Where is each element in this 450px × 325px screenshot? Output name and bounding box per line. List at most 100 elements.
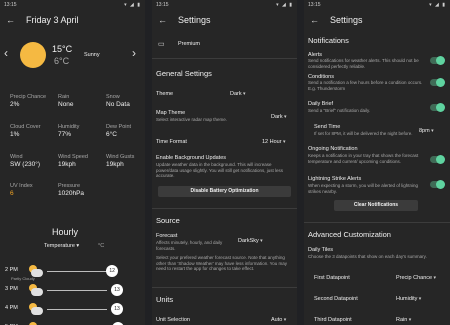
source-heading: Source: [156, 216, 180, 225]
ongoing-toggle[interactable]: [430, 155, 445, 164]
top-bar: ← Settings: [152, 10, 297, 30]
stat-label: Rain: [58, 94, 70, 100]
forecast-desc: Affects minutely, hourly, and daily fore…: [156, 240, 223, 251]
hourly-select[interactable]: Temperature ▾: [44, 243, 79, 249]
status-bar: 13:15 ▾ ◢ ▮: [0, 0, 145, 10]
partly-cloudy-cloud-icon: [31, 307, 43, 315]
third-datapoint-label: Third Datapoint: [314, 317, 352, 323]
first-datapoint-label: First Datapoint: [314, 275, 350, 281]
send-time-label: Send Time: [314, 124, 341, 130]
stat-label: Snow: [106, 94, 120, 100]
hourly-title: Hourly: [52, 227, 79, 237]
stat-value: 77%: [58, 131, 72, 138]
top-bar: ← Settings: [304, 10, 450, 30]
next-day-chevron-icon[interactable]: ›: [132, 46, 136, 60]
toggle-knob: [436, 56, 445, 65]
chevron-down-icon: ▾: [76, 243, 80, 249]
status-time: 13:15: [156, 2, 169, 8]
bg-updates-label: Enable Background Updates: [156, 155, 227, 161]
alerts-toggle[interactable]: [430, 56, 445, 65]
notifications-heading: Notifications: [308, 36, 349, 45]
toggle-knob: [436, 180, 445, 189]
daily-tiles-desc: Choose the 3 datapoints that show on eac…: [308, 254, 427, 259]
temp-bubble: 13: [111, 284, 123, 296]
temp-bubble: 13: [111, 303, 123, 315]
lightning-toggle[interactable]: [430, 180, 445, 189]
divider: [152, 208, 297, 209]
divider: [152, 58, 297, 59]
time-format-dropdown[interactable]: 12 Hour: [262, 139, 285, 145]
lightning-desc: When expecting a storm, you will be aler…: [308, 183, 419, 194]
stat-value: SW (230°): [10, 161, 41, 168]
top-bar: ← Friday 3 April: [0, 10, 145, 30]
stat-label: Precip Chance: [10, 94, 47, 100]
status-bar: 13:15 ▾ ◢ ▮: [304, 0, 450, 10]
daily-brief-toggle[interactable]: [430, 103, 445, 112]
notification-settings-screen: 13:15 ▾ ◢ ▮ ← Settings Notifications Ale…: [304, 0, 450, 325]
ongoing-label: Ongoing Notification: [308, 146, 358, 152]
prev-day-chevron-icon[interactable]: ‹: [4, 46, 8, 60]
bg-updates-desc: Update weather data in the background. T…: [156, 162, 283, 178]
alerts-desc: Send notifications for weather alerts. T…: [308, 58, 419, 69]
hour-time: 4 PM: [5, 305, 18, 311]
theme-dropdown[interactable]: Dark: [230, 91, 246, 97]
map-theme-label: Map Theme: [156, 110, 186, 116]
daily-brief-desc: Send a "Brief" notification daily.: [308, 108, 371, 113]
first-datapoint-dropdown[interactable]: Precip Chance: [396, 275, 436, 281]
status-icons: ▾ ◢ ▮: [276, 2, 293, 8]
stat-label: Wind Speed: [58, 154, 88, 160]
temp-bar-track: [47, 271, 107, 272]
temp-bubble: 12: [106, 265, 119, 277]
third-datapoint-dropdown[interactable]: Rain: [396, 317, 411, 323]
hourly-select-value: Temperature: [44, 243, 75, 249]
page-title: Settings: [330, 15, 363, 25]
temp-high: 15°C: [52, 44, 73, 54]
stat-label: Pressure: [58, 183, 81, 189]
divider: [152, 287, 297, 288]
hourly-row: 2 PM Partly Cloudy 12: [5, 265, 140, 281]
conditions-desc: Send a notification a few hours before a…: [308, 80, 423, 91]
battery-optimization-button[interactable]: Disable Battery Optimization: [158, 186, 291, 197]
send-time-dropdown[interactable]: 8pm: [419, 128, 434, 134]
general-settings-heading: General Settings: [156, 69, 212, 78]
stat-label: Humidity: [58, 124, 80, 130]
unit-selection-dropdown[interactable]: Auto: [271, 317, 286, 323]
stat-label: UV Index: [10, 183, 33, 189]
temp-bar-track: [47, 290, 107, 291]
stat-value: None: [58, 101, 74, 108]
forecast-source-dropdown[interactable]: DarkSky: [238, 238, 263, 244]
time-format-label: Time Format: [156, 139, 187, 145]
settings-screen: 13:15 ▾ ◢ ▮ ← Settings ▭ Premium General…: [152, 0, 297, 325]
back-arrow-icon[interactable]: ←: [310, 15, 324, 25]
toggle-knob: [436, 155, 445, 164]
units-heading: Units: [156, 295, 174, 304]
toggle-knob: [436, 78, 445, 87]
stat-value: 19kph: [58, 161, 76, 168]
conditions-toggle[interactable]: [430, 78, 445, 87]
daily-tiles-label: Daily Tiles: [308, 247, 334, 253]
source-note: Select your prefered weather forecast so…: [156, 255, 287, 271]
daily-brief-label: Daily Brief: [308, 101, 334, 107]
back-arrow-icon[interactable]: ←: [6, 15, 20, 25]
back-arrow-icon[interactable]: ←: [158, 15, 172, 25]
stat-value: 6°C: [106, 131, 117, 138]
forecast-detail-screen: 13:15 ▾ ◢ ▮ ← Friday 3 April ‹ 15°C 6°C …: [0, 0, 145, 325]
condition-text: Sunny: [84, 52, 100, 58]
toggle-knob: [436, 103, 445, 112]
stat-value: 1%: [10, 131, 20, 138]
divider: [304, 222, 450, 223]
stat-value: No Data: [106, 101, 130, 108]
stat-value: 1020hPa: [58, 190, 85, 197]
status-icons: ▾ ◢ ▮: [124, 2, 141, 8]
status-time: 13:15: [308, 2, 321, 8]
map-theme-dropdown[interactable]: Dark: [271, 114, 287, 120]
second-datapoint-dropdown[interactable]: Humidity: [396, 296, 421, 302]
stat-label: Wind Gusts: [106, 154, 135, 160]
premium-item[interactable]: Premium: [178, 41, 200, 47]
clear-notifications-button[interactable]: Clear Notifications: [334, 200, 418, 211]
hourly-row: 3 PM 13: [5, 284, 140, 300]
hour-time: 3 PM: [5, 286, 18, 292]
hourly-unit: °C: [98, 243, 105, 249]
stat-label: Cloud Cover: [10, 124, 41, 130]
theme-label: Theme: [156, 91, 174, 97]
